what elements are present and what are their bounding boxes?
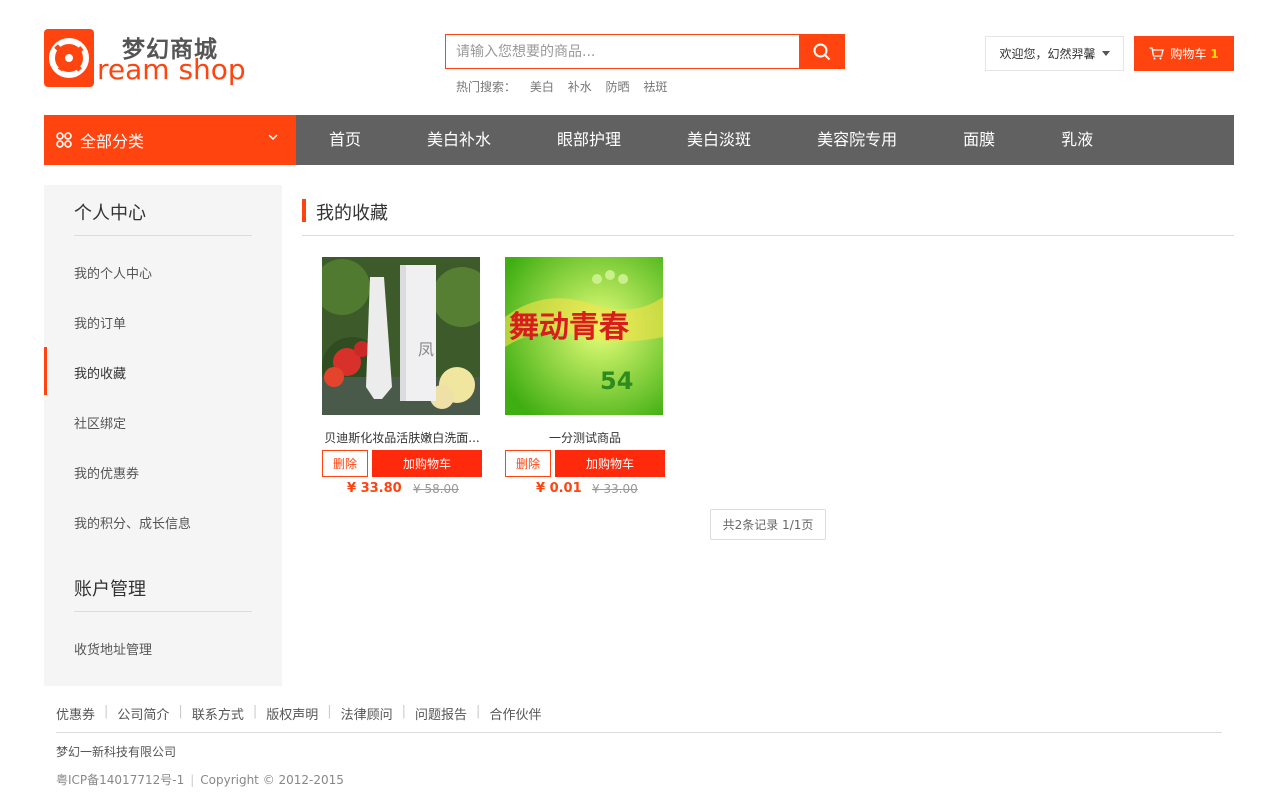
search-box [445,34,845,69]
sidebar-item-points[interactable]: 我的积分、成长信息 [74,513,191,532]
active-indicator [44,347,47,395]
footer-separator: | [401,704,407,719]
hot-search-term[interactable]: 补水 [568,80,592,94]
nav-items: 首页 美白补水 眼部护理 美白淡斑 美容院专用 面膜 乳液 [296,115,1126,165]
nav-item[interactable]: 面膜 [930,115,1028,165]
company-name: 梦幻一新科技有限公司 [56,745,177,759]
nav-item[interactable]: 乳液 [1028,115,1126,165]
product-price: ¥ 0.01 [536,481,582,496]
cart-button[interactable]: 购物车 1 [1134,36,1234,71]
nav-item[interactable]: 眼部护理 [524,115,654,165]
footer-separator: | [178,704,183,719]
product-name[interactable]: 一分测试商品 [505,429,665,446]
nav-item[interactable]: 美白补水 [394,115,524,165]
footer-links: 优惠券 | 公司简介 | 联系方式 | 版权声明 | 法律顾问 | 问题报告 | 合作伙伴 [56,704,541,723]
delete-button[interactable]: 删除 [322,450,368,477]
page-title: 我的收藏 [316,203,388,224]
svg-text:舞动青春: 舞动青春 [509,310,629,345]
nav-item-home[interactable]: 首页 [296,115,394,165]
hot-search-term[interactable]: 美白 [530,80,554,94]
title-accent-bar [302,199,306,222]
cart-count: 1 [1210,46,1219,61]
hot-search: 热门搜索： 美白 补水 防晒 祛斑 [456,78,677,95]
product-price: ¥ 33.80 [347,481,402,496]
footer-link[interactable]: 法律顾问 [341,704,393,723]
footer-separator: | [327,704,332,719]
hot-search-label: 热门搜索： [456,80,517,94]
logo-icon [44,29,94,87]
nav-item[interactable]: 美白淡斑 [654,115,784,165]
divider [74,235,252,236]
all-categories-button[interactable]: 全部分类 [44,115,296,165]
add-to-cart-button[interactable]: 加购物车 [555,450,665,477]
icp-number: 粤ICP备14017712号-1 [56,773,185,787]
product-old-price: ¥ 33.00 [592,482,638,496]
caret-down-icon [1101,51,1110,56]
hot-search-term[interactable]: 祛斑 [643,80,667,94]
sidebar-item-community[interactable]: 社区绑定 [74,413,126,432]
svg-text:凤: 凤 [418,340,434,359]
sidebar-item-orders[interactable]: 我的订单 [74,313,126,332]
product-image[interactable]: 凤 [322,257,480,415]
welcome-text: 欢迎您，幻然羿馨 [999,47,1096,61]
footer-separator: | [252,704,258,719]
grid-icon [56,132,72,148]
product-name[interactable]: 贝迪斯化妆品活肤嫩白洗面... [322,429,482,446]
pagination-info: 共2条记录 1/1页 [710,509,826,540]
sidebar-item-favorites[interactable]: 我的收藏 [74,363,126,382]
copyright: 粤ICP备14017712号-1 | Copyright © 2012-2015 [56,771,344,788]
all-categories-label: 全部分类 [80,132,145,151]
cart-label: 购物车 [1170,47,1207,61]
product-old-price: ¥ 58.00 [413,482,459,496]
sidebar-item-address[interactable]: 收货地址管理 [74,639,152,658]
footer-separator: | [104,704,109,719]
product-image[interactable]: 舞动青春 54 [505,257,663,415]
sidebar-section-title: 个人中心 [74,203,146,224]
footer-link[interactable]: 版权声明 [266,704,318,723]
sidebar-item-coupons[interactable]: 我的优惠券 [74,463,139,482]
footer-link[interactable]: 优惠券 [56,704,95,723]
footer-separator: | [476,704,481,719]
footer-link[interactable]: 联系方式 [192,704,244,723]
divider [74,611,252,612]
site-logo[interactable]: 梦幻商城 ream shop [44,28,246,90]
cart-icon [1149,47,1165,60]
copyright-text: Copyright © 2012-2015 [200,773,344,787]
search-icon [813,43,830,60]
add-to-cart-button[interactable]: 加购物车 [372,450,482,477]
delete-button[interactable]: 删除 [505,450,551,477]
sidebar-section-title: 账户管理 [74,579,146,600]
logo-text-en: ream shop [97,53,246,86]
chevron-down-icon [268,134,278,140]
footer-link[interactable]: 公司简介 [117,704,169,723]
product-card: 凤 贝迪斯化妆品活肤嫩白洗面... 删除 加购物车 ¥ 33.80 ¥ 58.0… [322,257,482,497]
footer-link[interactable]: 问题报告 [415,704,467,723]
svg-text:54: 54 [600,367,633,395]
hot-search-term[interactable]: 防晒 [606,80,630,94]
divider [56,732,1222,733]
main-nav: 全部分类 首页 美白补水 眼部护理 美白淡斑 美容院专用 面膜 乳液 [44,115,1234,165]
search-input[interactable] [446,35,800,68]
sidebar: 个人中心 我的个人中心 我的订单 我的收藏 社区绑定 我的优惠券 我的积分、成长… [44,185,282,686]
user-menu[interactable]: 欢迎您，幻然羿馨 [985,36,1124,71]
footer-separator: | [190,773,195,787]
nav-item[interactable]: 美容院专用 [784,115,930,165]
footer-link[interactable]: 合作伙伴 [489,704,541,723]
section-header: 我的收藏 [302,199,1234,236]
product-card: 舞动青春 54 一分测试商品 删除 加购物车 ¥ 0.01 ¥ 33.00 [505,257,665,497]
search-button[interactable] [799,35,844,68]
sidebar-item-personal-center[interactable]: 我的个人中心 [74,263,152,282]
